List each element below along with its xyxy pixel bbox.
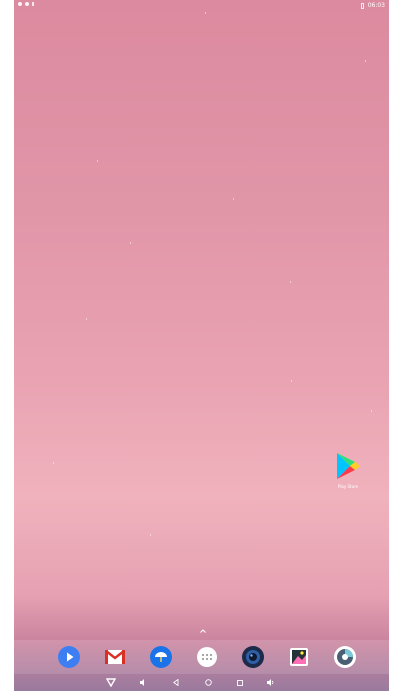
hide-nav-button[interactable] [105, 677, 117, 688]
browser-app[interactable] [334, 646, 356, 668]
hide-nav-icon [106, 678, 116, 687]
play-store-shortcut[interactable]: Play Store [332, 452, 364, 489]
dock [14, 640, 389, 674]
status-clock: 06:03 [367, 2, 385, 9]
gmail-app[interactable] [104, 646, 126, 668]
weather-app[interactable] [150, 646, 172, 668]
wallpaper-sparkle [371, 410, 372, 412]
wallpaper-sparkle [150, 534, 151, 536]
back-icon [173, 679, 179, 686]
navigation-bar [14, 674, 389, 691]
media-player-app[interactable] [58, 646, 80, 668]
wallpaper-sparkle [365, 60, 366, 62]
chevron-up-icon[interactable] [200, 629, 206, 633]
cloud-umbrella-icon [150, 646, 172, 668]
home-icon [204, 679, 212, 686]
play-store-label: Play Store [337, 484, 359, 489]
photo-gallery-icon [290, 648, 308, 666]
app-drawer-icon [197, 647, 217, 667]
status-right-icons: 06:03 [360, 2, 385, 9]
gmail-icon [105, 650, 125, 664]
notification-dot-icon [18, 2, 22, 6]
recents-button[interactable] [235, 677, 245, 688]
status-bar: 06:03 [14, 0, 389, 12]
app-drawer-button[interactable] [196, 646, 218, 668]
notification-dot-icon [25, 2, 29, 6]
camera-lens-icon [242, 646, 264, 668]
volume-up-button[interactable] [266, 677, 276, 688]
signal-icon [32, 2, 34, 6]
wallpaper-sparkle [86, 318, 87, 320]
camera-app[interactable] [242, 646, 264, 668]
wallpaper-sparkle [233, 198, 234, 200]
back-button[interactable] [171, 677, 181, 688]
volume-up-icon [267, 679, 274, 686]
home-button[interactable] [203, 677, 213, 688]
wallpaper-sparkle [290, 281, 291, 283]
home-screen: 06:03 Play Store [14, 0, 389, 691]
gallery-app[interactable] [288, 646, 310, 668]
play-store-icon [337, 453, 360, 479]
wallpaper-sparkle [130, 242, 131, 244]
browser-icon [334, 646, 356, 668]
volume-down-button[interactable] [138, 677, 148, 688]
volume-down-icon [139, 679, 144, 686]
wallpaper-sparkle [205, 12, 206, 14]
wallpaper-sparkle [53, 462, 54, 464]
wallpaper-sparkle [97, 160, 98, 162]
battery-icon [360, 2, 364, 9]
wallpaper-sparkle [291, 380, 292, 382]
status-left-icons [18, 2, 34, 6]
recents-icon [237, 679, 243, 686]
play-circle-icon [58, 646, 80, 668]
